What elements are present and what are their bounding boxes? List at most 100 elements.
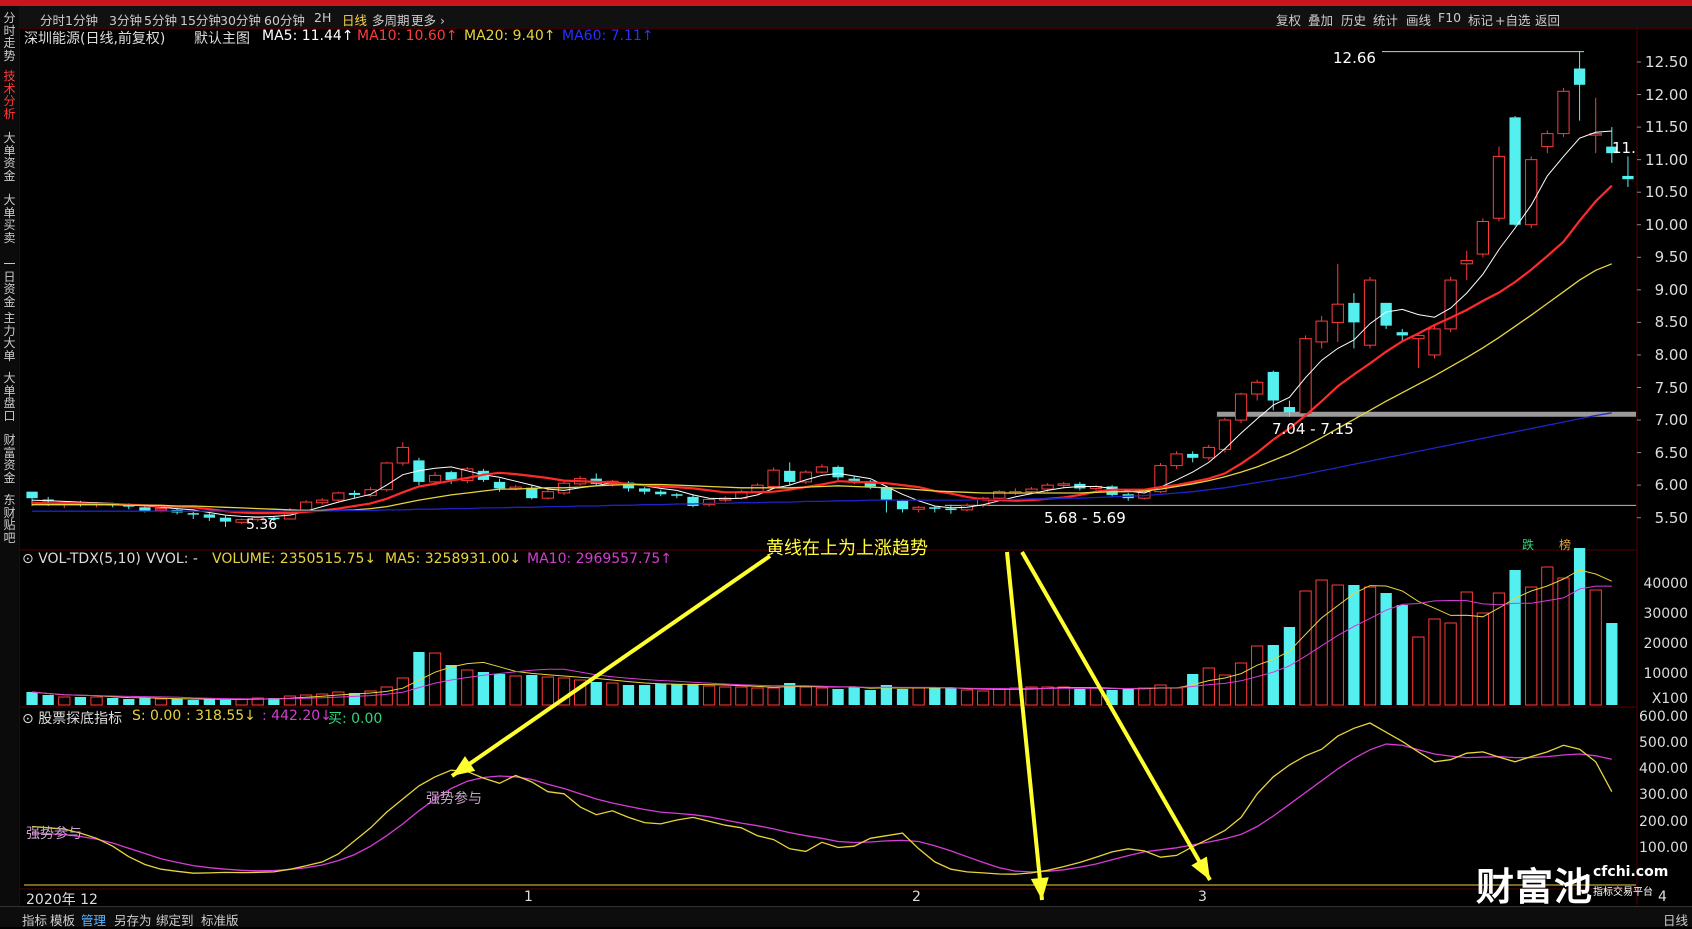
candle-body-38 <box>638 488 651 492</box>
candle-72 <box>1187 451 1199 463</box>
bottom-tab-3[interactable]: 另存为 <box>114 910 152 929</box>
price-tick-4: 10.50 <box>1645 183 1688 202</box>
candle-99 <box>1622 156 1634 187</box>
indicator-v1-readout: : 318.55↓ <box>186 708 256 724</box>
vol-bar-93 <box>1525 586 1538 706</box>
candle-19 <box>332 491 345 502</box>
bottom-band-label: 5.68 - 5.69 <box>1044 509 1126 527</box>
price-tick-1: 12.00 <box>1645 85 1688 104</box>
vol-bar-98 <box>1606 623 1618 705</box>
candle-body-83 <box>1363 279 1377 346</box>
vol-bar-96 <box>1573 548 1586 705</box>
price-tick-0: 12.50 <box>1645 53 1688 71</box>
candle-body-63 <box>1041 484 1054 490</box>
price-tick-3: 11.00 <box>1645 150 1688 169</box>
bottom-tab-1[interactable]: 模板 <box>50 910 75 929</box>
vol-bar-49 <box>815 687 829 706</box>
vol-ma5-readout: MA5: 3258931.00↓ <box>385 551 522 567</box>
indicator-yellow-line <box>32 722 1613 875</box>
candle-18 <box>316 498 329 505</box>
vol-bar-20 <box>348 693 361 705</box>
vol-bar-41 <box>687 684 699 705</box>
vol-bar-71 <box>1170 687 1183 706</box>
candle-body-73 <box>1202 446 1215 459</box>
vol-bar-57 <box>945 688 957 705</box>
candle-74 <box>1218 418 1232 453</box>
candle-body-79 <box>1299 338 1312 415</box>
candle-body-82 <box>1348 302 1360 323</box>
vol-bar-3 <box>74 697 87 705</box>
candle-body-48 <box>799 471 812 483</box>
bottom-tab-2[interactable]: 管理 <box>81 910 106 929</box>
candle-91 <box>1492 146 1506 222</box>
candle-94 <box>1541 130 1554 154</box>
vol-bar-2 <box>58 696 71 706</box>
candle-body-80 <box>1315 320 1328 343</box>
bottom-tab-4[interactable]: 绑定到 <box>156 910 194 929</box>
vol-bar-85 <box>1396 605 1408 705</box>
vol-indicator-name[interactable]: ⊙ VOL-TDX(5,10) <box>22 551 141 567</box>
vol-bar-69 <box>1138 687 1151 706</box>
indicator-buy-readout: 买: 0.00 <box>328 711 383 727</box>
chart-canvas[interactable] <box>0 0 1692 926</box>
bottom-tab-5[interactable]: 标准版 <box>201 910 239 929</box>
vol-tick-1: 30000 <box>1643 606 1688 622</box>
candle-body-26 <box>445 472 457 480</box>
candle-57 <box>945 504 957 514</box>
vol-bar-12 <box>219 700 232 705</box>
candle-86 <box>1412 334 1425 368</box>
trend-callout: 黄线在上为上涨趋势 <box>766 538 928 559</box>
candle-46 <box>767 467 780 488</box>
bottom-tab-0[interactable]: 指标 <box>22 910 47 929</box>
candle-87 <box>1428 325 1441 359</box>
vol-bar-30 <box>509 675 522 706</box>
vol-bar-27 <box>461 669 474 706</box>
vol-bar-22 <box>380 686 393 706</box>
price-tick-10: 7.50 <box>1654 378 1688 397</box>
indicator-name[interactable]: ⊙ 股票探底指标 <box>22 708 122 728</box>
candle-body-29 <box>493 481 506 489</box>
candle-body-62 <box>1025 488 1038 493</box>
candle-body-22 <box>380 462 393 491</box>
vol-bar-50 <box>832 689 844 705</box>
candle-93 <box>1525 156 1538 229</box>
candle-55 <box>912 505 925 513</box>
vol-bar-51 <box>848 687 860 705</box>
vol-bar-11 <box>203 699 216 705</box>
vol-tick-3: 10000 <box>1643 666 1688 682</box>
vol-bar-5 <box>107 698 119 705</box>
vol-bar-73 <box>1202 667 1215 706</box>
candle-80 <box>1315 315 1328 349</box>
candle-body-72 <box>1187 453 1199 458</box>
ma60-line <box>32 412 1612 512</box>
vol-bar-63 <box>1041 686 1054 706</box>
volume-readout: VOLUME: 2350515.75↓ <box>212 551 377 567</box>
vol-bar-59 <box>976 690 990 706</box>
candle-95 <box>1557 88 1570 137</box>
support-band-label: 7.04 - 7.15 <box>1272 420 1354 438</box>
vol-bar-68 <box>1122 689 1134 705</box>
vol-bar-25 <box>428 652 442 706</box>
vol-bar-46 <box>767 687 780 706</box>
vol-bar-65 <box>1074 689 1086 705</box>
candle-body-40 <box>671 494 683 496</box>
vol-tick-2: 20000 <box>1643 636 1688 652</box>
candle-66 <box>1089 485 1103 491</box>
candle-body-64 <box>1057 483 1070 486</box>
candle-body-77 <box>1267 371 1279 401</box>
high-price-label: 12.66 <box>1333 49 1376 67</box>
price-tick-13: 6.00 <box>1654 476 1688 495</box>
candle-body-99 <box>1622 175 1634 180</box>
watermark-brand: 财富池 <box>1476 865 1594 909</box>
vol-bar-37 <box>622 685 635 705</box>
bottom-period-label: 日线 <box>1663 913 1689 928</box>
candle-71 <box>1170 451 1183 469</box>
vol-bar-74 <box>1218 674 1232 706</box>
vol-bar-97 <box>1589 589 1602 706</box>
vol-bar-52 <box>864 690 876 705</box>
candle-body-18 <box>316 499 329 504</box>
candle-50 <box>832 465 844 480</box>
candle-64 <box>1057 481 1070 488</box>
ind-tick-2: 400.00 <box>1639 761 1688 778</box>
price-tick-7: 9.00 <box>1654 280 1688 299</box>
